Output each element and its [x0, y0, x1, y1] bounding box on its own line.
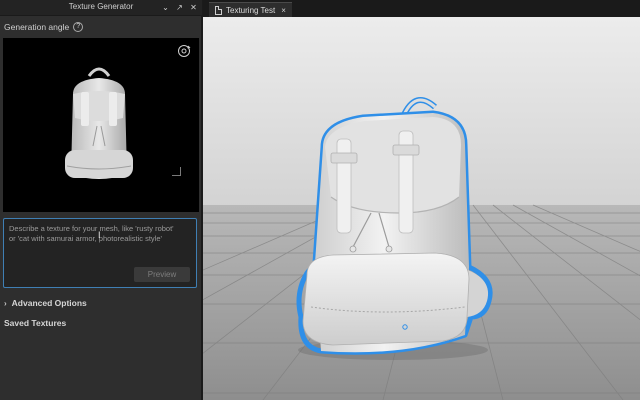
generation-angle-label: Generation angle [4, 22, 70, 32]
generation-angle-preview[interactable] [3, 38, 199, 212]
prompt-placeholder: Describe a texture for your mesh, like '… [9, 224, 174, 243]
studio-window: Texture Generator ⌄ ↗ ✕ Generation angle… [0, 0, 640, 400]
generation-angle-row: Generation angle ? [4, 22, 84, 32]
tab-close-icon[interactable]: × [281, 6, 286, 15]
advanced-options-toggle[interactable]: › Advanced Options [4, 298, 87, 308]
3d-viewport[interactable] [203, 17, 640, 400]
close-icon[interactable]: ✕ [189, 2, 198, 13]
tab-label: Texturing Test [226, 5, 276, 15]
chevron-down-icon[interactable]: ⌄ [161, 2, 170, 13]
document-icon [215, 5, 222, 15]
panel-window-controls: ⌄ ↗ ✕ [161, 2, 198, 13]
backpack-mesh[interactable] [296, 96, 493, 355]
viewport-scene [203, 17, 640, 400]
rotate-view-icon[interactable] [177, 44, 191, 58]
pin-icon[interactable]: ↗ [175, 2, 184, 13]
preview-button[interactable]: Preview [134, 267, 190, 282]
mesh-thumbnail [65, 67, 133, 179]
saved-textures-heading: Saved Textures [4, 318, 67, 328]
texture-generator-panel: Texture Generator ⌄ ↗ ✕ Generation angle… [0, 0, 202, 400]
chevron-right-icon: › [4, 298, 7, 308]
text-cursor-icon: I [98, 230, 101, 240]
help-icon[interactable]: ? [73, 22, 84, 32]
texture-prompt-input[interactable]: Describe a texture for your mesh, like '… [3, 218, 197, 288]
document-tabbar: Texturing Test × [203, 0, 640, 17]
tab-texturing-test[interactable]: Texturing Test × [209, 2, 292, 17]
frame-corner-marker [172, 167, 181, 176]
advanced-options-label: Advanced Options [11, 298, 87, 308]
panel-titlebar: Texture Generator ⌄ ↗ ✕ [0, 0, 202, 16]
